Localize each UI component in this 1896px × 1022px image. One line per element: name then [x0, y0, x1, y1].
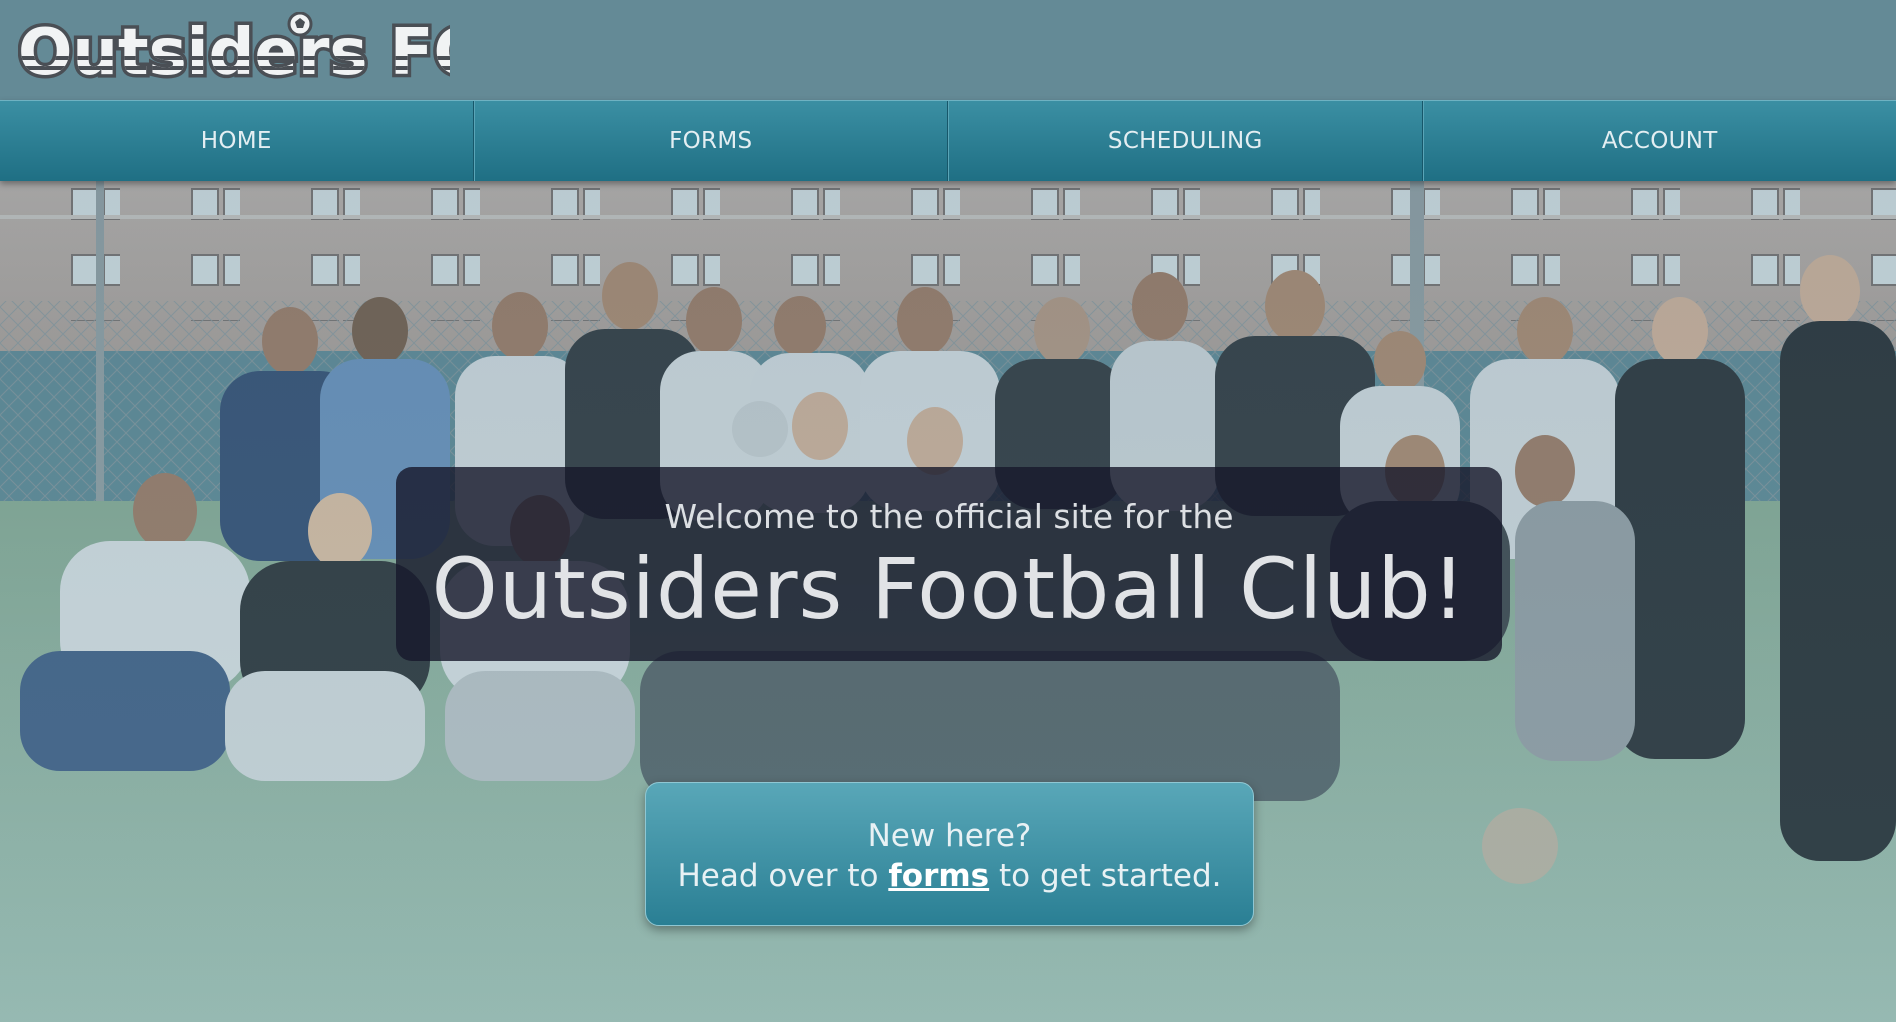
soccer-ball-icon	[287, 12, 313, 37]
nav-item-account[interactable]: ACCOUNT	[1422, 101, 1896, 181]
cta-headline: New here?	[867, 818, 1032, 854]
cta-instruction: Head over to forms to get started.	[646, 857, 1253, 895]
welcome-line: Welcome to the official site for the	[664, 497, 1234, 536]
nav-item-forms[interactable]: FORMS	[473, 101, 948, 181]
welcome-box: Welcome to the official site for the Out…	[396, 467, 1502, 661]
club-title: Outsiders Football Club!	[431, 540, 1467, 638]
new-here-callout: New here? Head over to forms to get star…	[645, 782, 1254, 926]
forms-link[interactable]: forms	[888, 858, 989, 894]
page: Outsiders FC Outsiders FC Outsiders FC H…	[0, 0, 1896, 1022]
main-nav: HOME FORMS SCHEDULING ACCOUNT	[0, 100, 1896, 181]
cta-prefix: Head over to	[677, 858, 889, 894]
site-logo[interactable]: Outsiders FC Outsiders FC Outsiders FC	[18, 12, 450, 88]
site-header: Outsiders FC Outsiders FC Outsiders FC	[0, 0, 1896, 100]
cta-suffix: to get started.	[989, 858, 1222, 894]
nav-item-home[interactable]: HOME	[0, 101, 474, 181]
logo-text: Outsiders FC	[18, 16, 450, 88]
nav-item-scheduling[interactable]: SCHEDULING	[948, 101, 1423, 181]
